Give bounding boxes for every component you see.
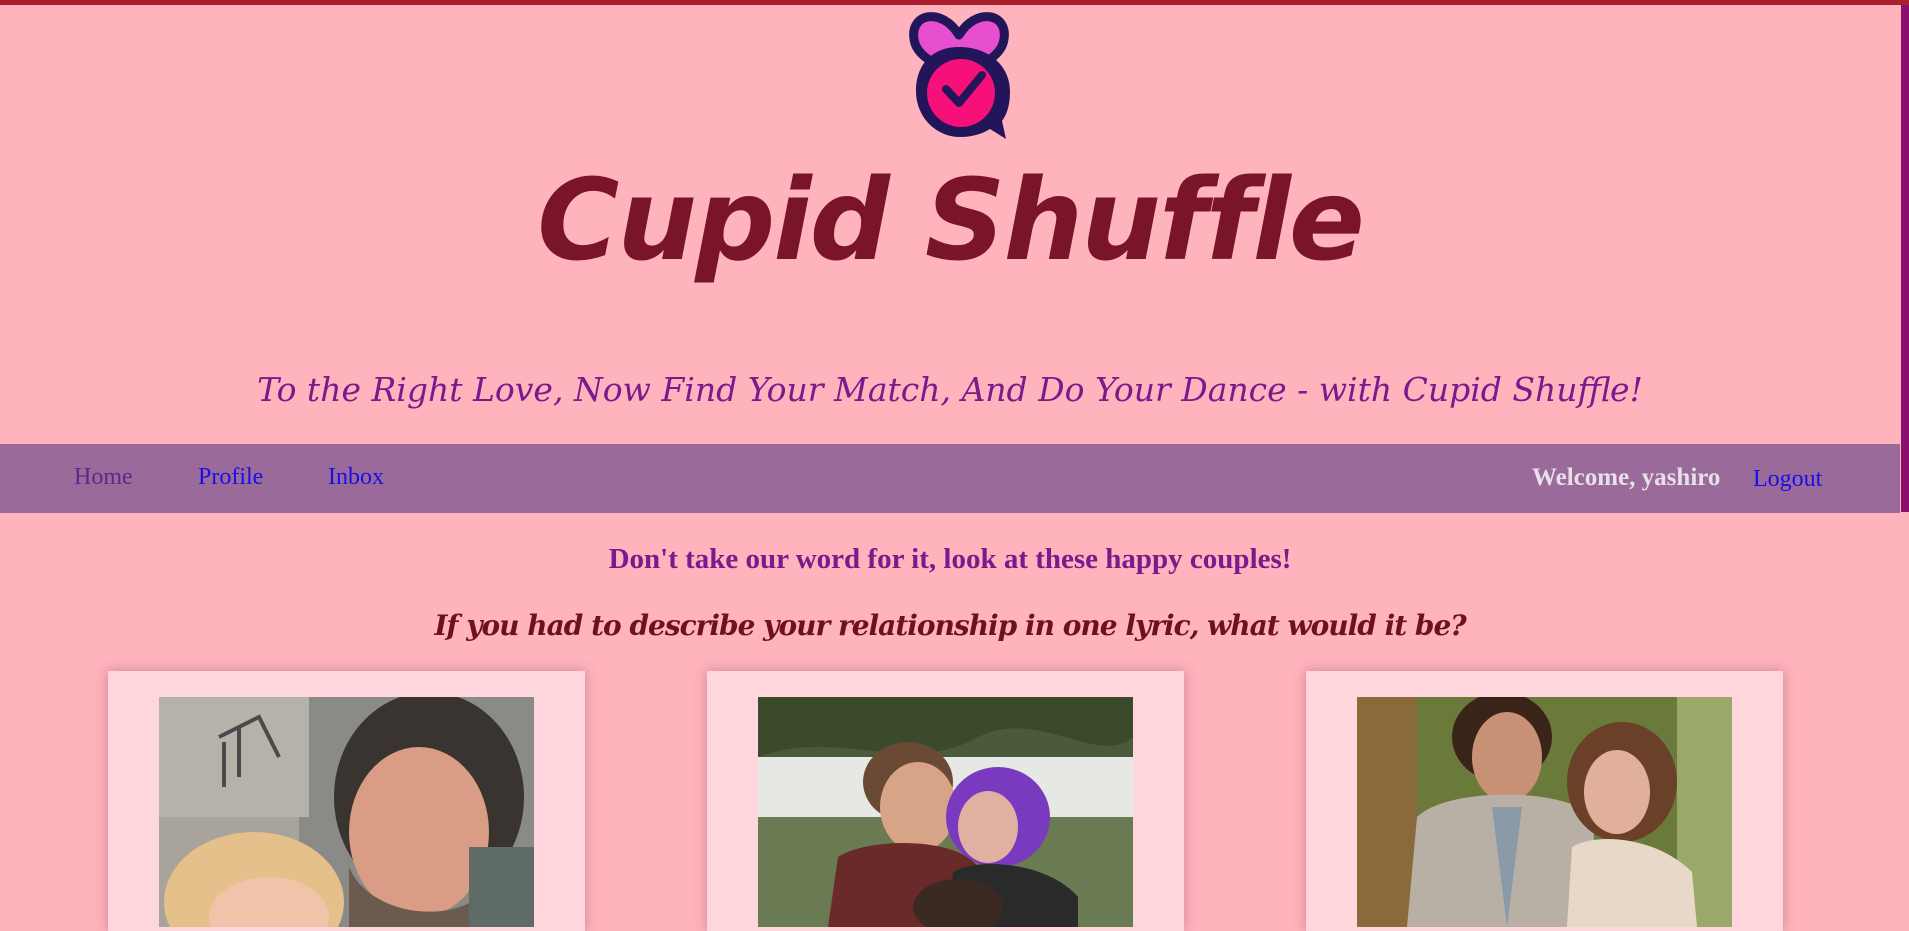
navbar: Home Profile Inbox Welcome, yashiro Logo… — [0, 444, 1900, 513]
welcome-message: Welcome, yashiro — [1532, 464, 1721, 491]
scrollbar[interactable] — [1901, 5, 1909, 512]
couples-headline: Don't take our word for it, look at thes… — [608, 543, 1292, 575]
nav-home-link[interactable]: Home — [74, 464, 133, 491]
tagline: To the Right Love, Now Find Your Match, … — [257, 370, 1643, 409]
couple-card — [707, 671, 1184, 931]
nav-profile-link[interactable]: Profile — [198, 464, 263, 491]
lyric-prompt: If you had to describe your relationship… — [434, 609, 1466, 642]
logout-link[interactable]: Logout — [1753, 466, 1822, 493]
couple-card — [108, 671, 585, 931]
couple-photo — [1357, 697, 1732, 927]
nav-inbox-link[interactable]: Inbox — [328, 464, 384, 491]
site-title: Cupid Shuffle — [537, 156, 1365, 286]
heart-clock-chat-logo-icon — [909, 12, 1010, 139]
site-header: Cupid Shuffle To the Right Love, Now Fin… — [0, 5, 1900, 445]
couple-card — [1306, 671, 1783, 931]
couple-photo — [159, 697, 534, 927]
couple-photo — [758, 697, 1133, 927]
